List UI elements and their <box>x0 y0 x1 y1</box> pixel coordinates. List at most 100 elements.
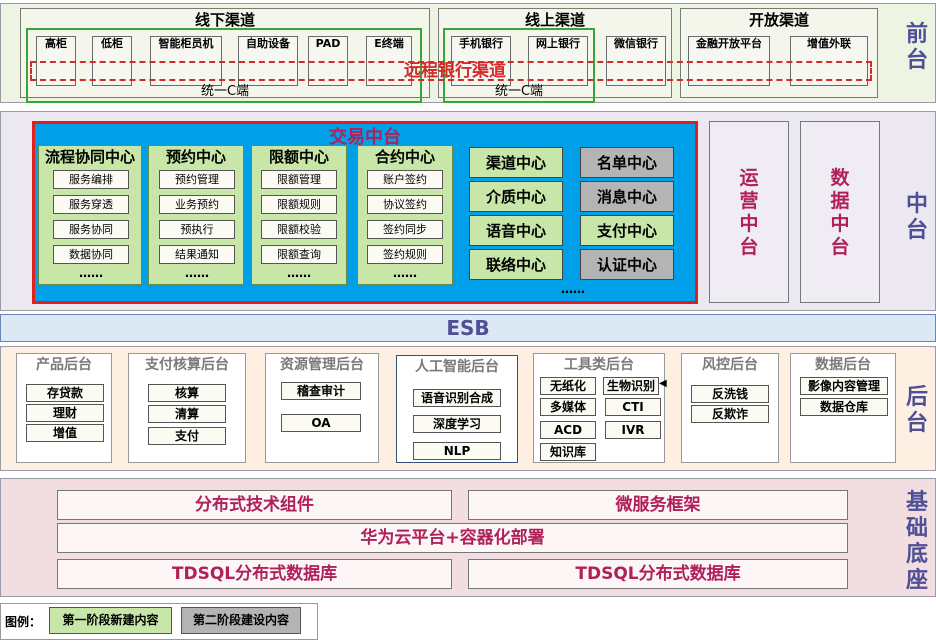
device-label: 低柜 <box>101 37 123 50</box>
backend-title: 风控后台 <box>702 357 758 373</box>
backend-item: 反欺诈 <box>691 405 769 423</box>
device-label: 手机银行 <box>459 37 503 50</box>
center-title: 预约中心 <box>165 148 226 166</box>
center-more: …… <box>79 266 103 280</box>
device-label: 自助设备 <box>246 37 290 50</box>
backend-title: 支付核算后台 <box>145 357 229 373</box>
center-title: 合约中心 <box>374 148 435 166</box>
backend-item: CTI <box>605 398 661 416</box>
center-auth: 认证中心 <box>580 249 674 280</box>
center-item: 服务编排 <box>53 170 129 189</box>
center-contact: 联络中心 <box>469 249 563 280</box>
center-item: 签约同步 <box>367 220 443 239</box>
backend-title: 资源管理后台 <box>280 357 364 373</box>
center-item: 限额查询 <box>261 245 337 264</box>
backend-item: IVR <box>605 421 661 439</box>
offline-channel-title: 线下渠道 <box>194 11 255 29</box>
base-tdsql-db: TDSQL分布式数据库 <box>468 559 848 589</box>
center-medium: 介质中心 <box>469 181 563 212</box>
backend-item: 支付 <box>148 427 226 445</box>
device-label: 网上银行 <box>536 37 580 50</box>
middle-layer-label: 中台 <box>898 192 936 244</box>
center-payment: 支付中心 <box>580 215 674 246</box>
front-layer-text: 前台 <box>905 22 928 73</box>
backend-item: 深度学习 <box>413 415 501 433</box>
offline-unified-label: 统一C端 <box>200 84 250 99</box>
backend-item: 增值 <box>26 424 104 442</box>
backend-resource: 资源管理后台 <box>265 353 379 463</box>
center-item: 签约规则 <box>367 245 443 264</box>
backend-title: 人工智能后台 <box>415 359 499 375</box>
center-list: 名单中心 <box>580 147 674 178</box>
data-platform-label: 数据中台 <box>800 167 880 259</box>
backend-title: 数据后台 <box>815 357 871 373</box>
online-unified-label: 统一C端 <box>494 84 544 99</box>
device-label: PAD <box>315 37 341 50</box>
backend-item: 反洗钱 <box>691 385 769 403</box>
base-cloud-platform: 华为云平台+容器化部署 <box>57 523 848 553</box>
legend-phase2: 第二阶段建设内容 <box>181 607 301 634</box>
legend-phase1: 第一阶段新建内容 <box>49 607 172 634</box>
backend-item: 影像内容管理 <box>800 377 888 395</box>
center-channel: 渠道中心 <box>469 147 563 178</box>
arrow-left-icon: ◀ <box>659 378 667 389</box>
center-more: …… <box>287 266 311 280</box>
device-label: 智能柜员机 <box>158 37 214 50</box>
device-label: 增值外联 <box>807 37 851 50</box>
center-item: 协议签约 <box>367 195 443 214</box>
backend-item: 无纸化 <box>540 377 596 395</box>
backend-item: 清算 <box>148 405 226 423</box>
online-channel-title: 线上渠道 <box>524 11 585 29</box>
center-item: 账户签约 <box>367 170 443 189</box>
center-item: 限额校验 <box>261 220 337 239</box>
backend-item: 理财 <box>26 404 104 422</box>
backend-title: 产品后台 <box>36 357 92 373</box>
center-title: 限额中心 <box>268 148 329 166</box>
center-item: 限额规则 <box>261 195 337 214</box>
center-item: 限额管理 <box>261 170 337 189</box>
center-item: 服务协同 <box>53 220 129 239</box>
data-platform-text: 数据中台 <box>830 167 850 258</box>
backend-item: 数据仓库 <box>800 398 888 416</box>
center-item: 数据协同 <box>53 245 129 264</box>
backend-item: 核算 <box>148 384 226 402</box>
ops-platform-text: 运营中台 <box>739 167 759 258</box>
backend-item: OA <box>281 414 361 432</box>
base-microservice-framework: 微服务框架 <box>468 490 848 520</box>
center-reservation: 预约中心 <box>148 145 244 285</box>
device-label: 高柜 <box>45 37 67 50</box>
back-layer-label: 后台 <box>898 385 936 437</box>
center-limit: 限额中心 <box>251 145 347 285</box>
center-item: 结果通知 <box>159 245 235 264</box>
center-message: 消息中心 <box>580 181 674 212</box>
device-label: E终端 <box>374 37 404 50</box>
backend-item: ACD <box>540 421 596 439</box>
open-channel-title: 开放渠道 <box>748 11 809 29</box>
backend-item: 稽查审计 <box>281 382 361 400</box>
legend-label: 图例： <box>5 615 42 629</box>
base-layer-text: 基础底座 <box>905 490 928 593</box>
backend-title: 工具类后台 <box>564 357 634 373</box>
backend-item: 生物识别 <box>603 377 659 395</box>
front-layer-label: 前台 <box>898 22 936 74</box>
backend-item: 存贷款 <box>26 384 104 402</box>
center-voice: 语音中心 <box>469 215 563 246</box>
grid-more: …… <box>561 282 585 296</box>
device-label: 金融开放平台 <box>696 37 762 50</box>
base-tdsql-db: TDSQL分布式数据库 <box>57 559 452 589</box>
device-label: 微信银行 <box>614 37 658 50</box>
remote-channel-label: 远程银行渠道 <box>404 61 506 81</box>
esb-label: ESB <box>446 316 490 340</box>
back-layer-text: 后台 <box>905 385 928 436</box>
center-process: 流程协同中心 <box>38 145 142 285</box>
ops-platform-label: 运营中台 <box>709 167 789 259</box>
center-more: …… <box>185 266 209 280</box>
backend-item: 语音识别合成 <box>413 389 501 407</box>
base-distributed-components: 分布式技术组件 <box>57 490 452 520</box>
center-item: 业务预约 <box>159 195 235 214</box>
center-more: …… <box>393 266 417 280</box>
backend-item: NLP <box>413 442 501 460</box>
center-item: 预约管理 <box>159 170 235 189</box>
middle-layer-text: 中台 <box>905 192 928 243</box>
base-layer-label: 基础底座 <box>898 490 936 594</box>
